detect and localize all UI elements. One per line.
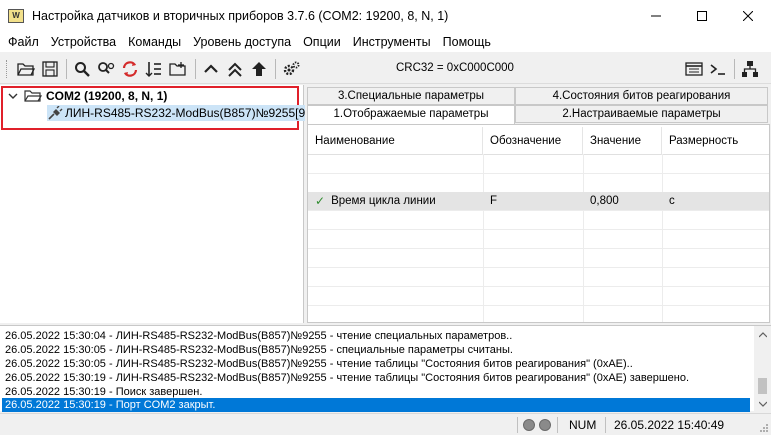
- log-entry[interactable]: 26.05.2022 15:30:04 - ЛИН-RS485-RS232-Mo…: [5, 329, 512, 343]
- search-settings-icon[interactable]: [96, 59, 116, 79]
- chevron-up-icon[interactable]: [201, 59, 221, 79]
- tab-special-params[interactable]: 3.Специальные параметры: [307, 87, 515, 105]
- column-header-name[interactable]: Наименование: [308, 127, 483, 155]
- toolbar-separator: [734, 59, 735, 79]
- menu-tools[interactable]: Инструменты: [347, 35, 437, 49]
- open-folder-icon[interactable]: [16, 59, 36, 79]
- toolbar-separator: [195, 59, 196, 79]
- resize-grip-icon[interactable]: [759, 423, 769, 433]
- toolbar-separator: [275, 59, 276, 79]
- led-indicator-icon: [539, 419, 551, 431]
- tree-device-label: ЛИН-RS485-RS232-ModBus(B857)№9255[90]: [65, 106, 316, 120]
- column-header-value[interactable]: Значение: [583, 127, 662, 155]
- row-unit: с: [669, 195, 675, 207]
- window-title: Настройка датчиков и вторичных приборов …: [32, 8, 449, 23]
- minimize-icon: [651, 15, 661, 16]
- log-scrollbar[interactable]: [754, 326, 771, 412]
- maximize-button[interactable]: [679, 0, 725, 31]
- tree-node-com2[interactable]: COM2 (19200, 8, N, 1): [8, 88, 167, 104]
- sort-icon[interactable]: [144, 59, 164, 79]
- menu-commands[interactable]: Команды: [122, 35, 187, 49]
- log-entry-selected[interactable]: 26.05.2022 15:30:19 - Порт COM2 закрыт.: [2, 398, 750, 412]
- arrow-up-icon[interactable]: [249, 59, 269, 79]
- search-icon[interactable]: [72, 59, 92, 79]
- title-bar: W Настройка датчиков и вторичных приборо…: [0, 0, 771, 31]
- scroll-thumb[interactable]: [758, 378, 767, 394]
- toolbar: CRC32 = 0xC000C000: [0, 54, 771, 84]
- tree-node-device[interactable]: ЛИН-RS485-RS232-ModBus(B857)№9255[90]: [47, 105, 319, 121]
- log-entry[interactable]: 26.05.2022 15:30:19 - Поиск завершен.: [5, 385, 202, 399]
- toolbar-separator: [66, 59, 67, 79]
- window-icon[interactable]: [684, 59, 704, 79]
- scroll-down-icon[interactable]: [754, 395, 771, 412]
- menu-options[interactable]: Опции: [297, 35, 347, 49]
- check-icon: ✓: [315, 194, 326, 208]
- app-icon[interactable]: W: [8, 8, 24, 23]
- device-plug-icon: [48, 106, 63, 120]
- crc-readout: CRC32 = 0xC000C000: [396, 62, 514, 74]
- log-entry[interactable]: 26.05.2022 15:30:05 - ЛИН-RS485-RS232-Mo…: [5, 343, 513, 357]
- save-icon[interactable]: [40, 59, 60, 79]
- column-header-designation[interactable]: Обозначение: [483, 127, 583, 155]
- grid-header: Наименование Обозначение Значение Размер…: [308, 127, 769, 155]
- row-designation: F: [490, 195, 498, 207]
- terminal-icon[interactable]: [708, 59, 728, 79]
- double-chevron-up-icon[interactable]: [225, 59, 245, 79]
- row-name: Время цикла линии: [331, 195, 436, 207]
- close-icon: [743, 10, 753, 21]
- close-button[interactable]: [725, 0, 771, 31]
- log-entry[interactable]: 26.05.2022 15:30:05 - ЛИН-RS485-RS232-Mo…: [5, 357, 633, 371]
- menu-access-level[interactable]: Уровень доступа: [187, 35, 297, 49]
- tab-configurable-params[interactable]: 2.Настраиваемые параметры: [515, 105, 768, 123]
- log-entry[interactable]: 26.05.2022 15:30:19 - ЛИН-RS485-RS232-Mo…: [5, 371, 689, 385]
- toolbar-grip[interactable]: [6, 60, 8, 78]
- table-row[interactable]: ✓ Время цикла линии F 0,800 с: [308, 192, 769, 210]
- menu-file[interactable]: Файл: [0, 35, 45, 49]
- maximize-icon: [697, 10, 707, 21]
- refresh-icon[interactable]: [120, 59, 140, 79]
- tree-root-label: COM2 (19200, 8, N, 1): [46, 89, 168, 103]
- status-datetime: 26.05.2022 15:40:49: [614, 418, 725, 432]
- num-lock-indicator: NUM: [569, 418, 597, 432]
- row-value: 0,800: [590, 195, 619, 207]
- device-tree: COM2 (19200, 8, N, 1) ЛИН-RS485-RS232-Mo…: [0, 85, 319, 323]
- params-grid: Наименование Обозначение Значение Размер…: [307, 124, 770, 323]
- open-folder-icon: [24, 90, 42, 102]
- minimize-button[interactable]: [633, 0, 679, 31]
- gears-icon[interactable]: [281, 59, 301, 79]
- menu-help[interactable]: Помощь: [437, 35, 497, 49]
- status-bar: NUM 26.05.2022 15:40:49: [0, 413, 771, 435]
- network-icon[interactable]: [740, 59, 760, 79]
- chevron-down-icon[interactable]: [8, 91, 18, 101]
- led-indicator-icon: [523, 419, 535, 431]
- column-header-unit[interactable]: Размерность: [662, 127, 769, 155]
- menu-devices[interactable]: Устройства: [45, 35, 122, 49]
- tab-displayed-params[interactable]: 1.Отображаемые параметры: [307, 105, 515, 124]
- tabs-panel: 3.Специальные параметры 4.Состояния бито…: [305, 85, 771, 323]
- folder-export-icon[interactable]: [168, 59, 188, 79]
- scroll-up-icon[interactable]: [754, 326, 771, 343]
- tab-reaction-bits[interactable]: 4.Состояния битов реагирования: [515, 87, 768, 105]
- log-panel: 26.05.2022 15:30:04 - ЛИН-RS485-RS232-Mo…: [0, 325, 771, 412]
- menu-bar: Файл Устройства Команды Уровень доступа …: [0, 31, 771, 52]
